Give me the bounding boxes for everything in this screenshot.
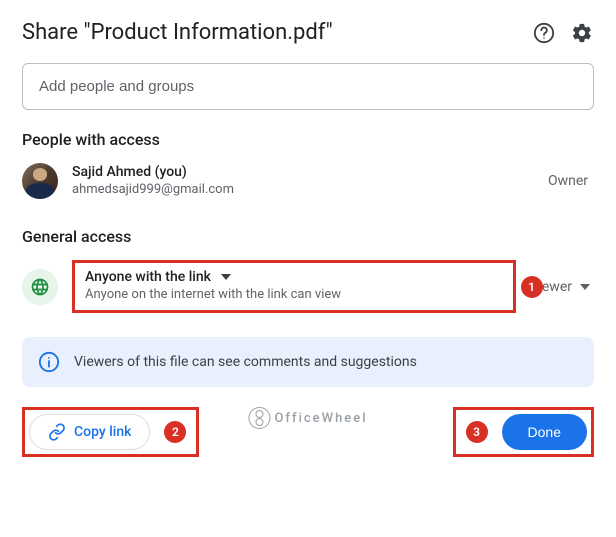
info-icon [38,351,60,373]
person-name: Sajid Ahmed (you) [72,163,534,181]
person-row: Sajid Ahmed (you) ahmedsajid999@gmail.co… [22,163,594,199]
person-email: ahmedsajid999@gmail.com [72,182,534,199]
done-button[interactable]: Done [502,414,587,450]
dialog-title: Share "Product Information.pdf" [22,20,333,45]
watermark: OfficeWheel [248,407,367,429]
info-banner: Viewers of this file can see comments an… [22,337,594,387]
chevron-down-icon [221,274,231,280]
annotation-box-3: 3 Done [453,407,594,457]
avatar [22,163,58,199]
callout-badge-3: 3 [466,421,488,443]
link-icon [48,423,66,441]
copy-link-button[interactable]: Copy link [29,414,150,450]
watermark-logo-icon [248,407,270,429]
chevron-down-icon [580,284,590,290]
gear-icon[interactable] [570,21,594,45]
add-people-input[interactable] [22,63,594,110]
copy-link-label: Copy link [74,424,131,440]
annotation-box-2: Copy link 2 [22,407,199,457]
access-scope-dropdown[interactable]: Anyone with the link [85,269,503,285]
info-banner-text: Viewers of this file can see comments an… [74,354,417,370]
watermark-text: OfficeWheel [274,411,367,426]
people-with-access-heading: People with access [22,130,594,149]
access-scope-label: Anyone with the link [85,269,211,285]
globe-icon [22,269,58,305]
callout-badge-2: 2 [164,421,186,443]
person-role: Owner [548,173,594,189]
access-scope-description: Anyone on the internet with the link can… [85,287,503,302]
callout-badge-1: 1 [521,276,543,298]
general-access-heading: General access [22,227,594,246]
help-icon[interactable] [532,21,556,45]
annotation-box-1: Anyone with the link Anyone on the inter… [72,260,516,313]
